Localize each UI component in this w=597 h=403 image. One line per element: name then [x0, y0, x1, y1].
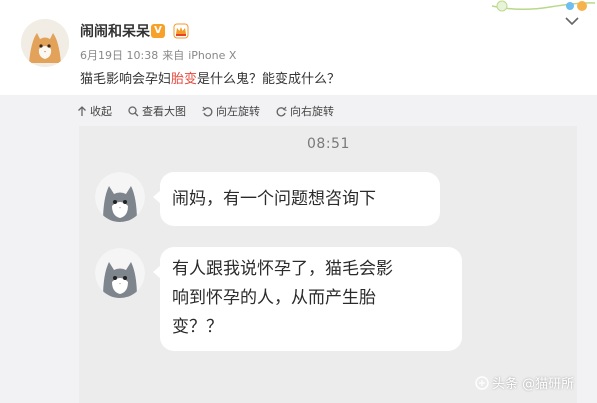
post-date[interactable]: 6月19日 10:38 — [80, 49, 158, 62]
collapse-arrow-icon — [78, 105, 86, 116]
cat-avatar-icon — [95, 248, 145, 298]
source-device[interactable]: iPhone X — [188, 49, 236, 62]
post-text: 猫毛影响会孕妇胎变是什么鬼？能变成什么？ — [80, 68, 340, 87]
view-large-label: 查看大图 — [142, 105, 186, 118]
watermark-text: 头条 @猫研所 — [492, 377, 575, 392]
collapse-button[interactable]: 收起 — [77, 103, 112, 119]
rotate-left-icon — [202, 106, 213, 116]
rotate-left-label: 向左旋转 — [216, 105, 260, 118]
avatar[interactable] — [21, 19, 69, 67]
chat-message-line: 响到怀孕的人，从而产生胎 — [172, 288, 376, 308]
post-meta: 6月19日 10:38 来自 iPhone X — [80, 47, 240, 63]
chat-bubble: 有人跟我说怀孕了，猫毛会影 响到怀孕的人，从而产生胎 变？？ — [153, 247, 462, 351]
collapse-label: 收起 — [90, 105, 112, 118]
post-text-after: 是什么鬼？能变成什么？ — [197, 72, 341, 87]
cat-avatar-icon — [95, 172, 145, 222]
source-prefix: 来自 — [162, 49, 185, 62]
username[interactable]: 闹闹和呆呆 — [80, 21, 150, 41]
search-icon — [128, 105, 139, 116]
rotate-right-icon — [276, 106, 287, 116]
toutiao-logo-icon — [475, 375, 489, 390]
cat-avatar-icon — [21, 19, 69, 67]
chat-avatar — [95, 172, 145, 222]
verified-badge: V — [151, 24, 165, 38]
rotate-right-label: 向右旋转 — [290, 105, 334, 118]
decorative-vine-icon — [491, 0, 596, 12]
chat-time: 08:51 — [307, 136, 350, 152]
rotate-left-button[interactable]: 向左旋转 — [202, 103, 260, 119]
chevron-down-icon[interactable] — [565, 16, 579, 26]
image-toolbar: 收起 查看大图 向左旋转 向右旋转 — [77, 101, 350, 121]
view-large-button[interactable]: 查看大图 — [128, 103, 186, 119]
chat-message-line: 有人跟我说怀孕了，猫毛会影 — [172, 259, 393, 279]
post-text-before: 猫毛影响会孕妇 — [80, 72, 172, 87]
chat-avatar — [95, 248, 145, 298]
chat-message-line: 变？？ — [172, 317, 223, 337]
chat-message-line: 闹妈，有一个问题想咨询下 — [172, 189, 376, 209]
crown-badge-icon[interactable] — [173, 23, 189, 39]
chat-bubble: 闹妈，有一个问题想咨询下 — [153, 172, 440, 226]
post-text-highlight[interactable]: 胎变 — [171, 72, 197, 87]
rotate-right-button[interactable]: 向右旋转 — [276, 103, 334, 119]
watermark: 头条 @猫研所 — [475, 373, 574, 392]
